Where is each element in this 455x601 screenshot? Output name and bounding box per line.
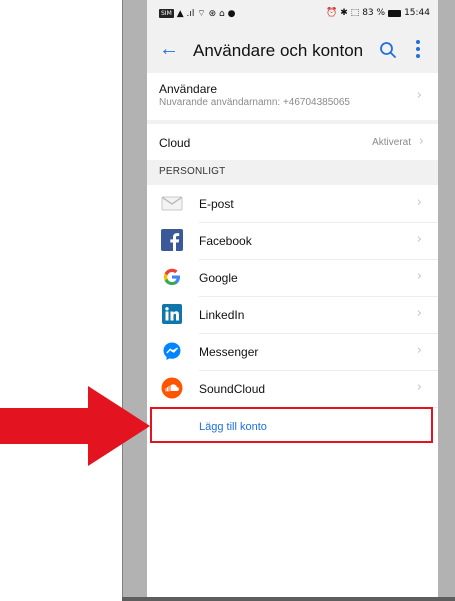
right-frame — [438, 0, 455, 601]
account-label: Google — [199, 271, 238, 285]
chevron-right-icon: › — [416, 232, 422, 247]
phone-screen: SIM ▲ .ıl ⌔ ⊛ ⌂ ● ⏰ ✱ ⬚ 83 % 15:44 ← Anv… — [147, 0, 438, 597]
page-title: Användare och konton — [193, 41, 364, 60]
search-icon[interactable] — [379, 41, 397, 59]
envelope-icon — [161, 196, 183, 211]
app-bar: ← Användare och konton — [147, 30, 438, 72]
google-icon — [163, 268, 180, 285]
soundcloud-icon — [161, 377, 183, 399]
user-subtitle: Nuvarande användarnamn: +46704385065 — [159, 97, 350, 108]
clock: 15:44 — [404, 8, 430, 18]
highlight-box — [150, 407, 433, 443]
chevron-right-icon: › — [416, 380, 422, 395]
arrow-right-icon — [0, 386, 150, 466]
chevron-right-icon: › — [418, 134, 424, 149]
facebook-icon — [161, 229, 183, 251]
user-row[interactable]: Användare Nuvarande användarnamn: +46704… — [147, 73, 438, 120]
account-label: E-post — [199, 197, 234, 211]
sim-icon: SIM — [159, 9, 174, 18]
account-label: SoundCloud — [199, 382, 266, 396]
list-item-linkedin[interactable]: LinkedIn › — [147, 296, 438, 333]
signal-icons: ▲ .ıl ⌔ ⊛ ⌂ ● — [176, 9, 236, 19]
list-item-soundcloud[interactable]: SoundCloud › — [147, 370, 438, 407]
status-bar: SIM ▲ .ıl ⌔ ⊛ ⌂ ● ⏰ ✱ ⬚ 83 % 15:44 — [147, 0, 438, 28]
cloud-label: Cloud — [159, 136, 191, 150]
status-left-icons: SIM ▲ .ıl ⌔ ⊛ ⌂ ● — [159, 8, 235, 19]
list-item-messenger[interactable]: Messenger › — [147, 333, 438, 370]
chevron-right-icon: › — [416, 343, 422, 358]
chevron-right-icon: › — [416, 269, 422, 284]
cloud-row[interactable]: Cloud Aktiverat › — [147, 124, 438, 160]
account-label: Messenger — [199, 345, 259, 359]
section-header: PERSONLIGT — [159, 166, 226, 177]
status-right-icons: ⏰ ✱ ⬚ 83 % 15:44 — [326, 8, 430, 18]
alarm-bluetooth-icons: ⏰ ✱ ⬚ — [326, 8, 360, 18]
back-arrow-icon[interactable]: ← — [159, 39, 179, 59]
battery-percent: 83 % — [362, 8, 386, 18]
account-label: LinkedIn — [199, 308, 245, 322]
accounts-list: E-post › Facebook › Google › LinkedIn › … — [147, 185, 438, 597]
cloud-status: Aktiverat — [372, 137, 411, 148]
left-frame — [122, 0, 147, 601]
chevron-right-icon: › — [416, 195, 422, 210]
chevron-right-icon: › — [416, 88, 422, 103]
list-item-e-post[interactable]: E-post › — [147, 185, 438, 222]
chevron-right-icon: › — [416, 306, 422, 321]
more-options-icon[interactable] — [415, 40, 421, 60]
list-item-google[interactable]: Google › — [147, 259, 438, 296]
battery-icon — [388, 9, 402, 17]
list-item-facebook[interactable]: Facebook › — [147, 222, 438, 259]
bottom-frame — [122, 597, 455, 601]
user-label: Användare — [159, 82, 218, 96]
linkedin-icon — [162, 304, 182, 324]
account-label: Facebook — [199, 234, 252, 248]
messenger-icon — [163, 342, 181, 360]
